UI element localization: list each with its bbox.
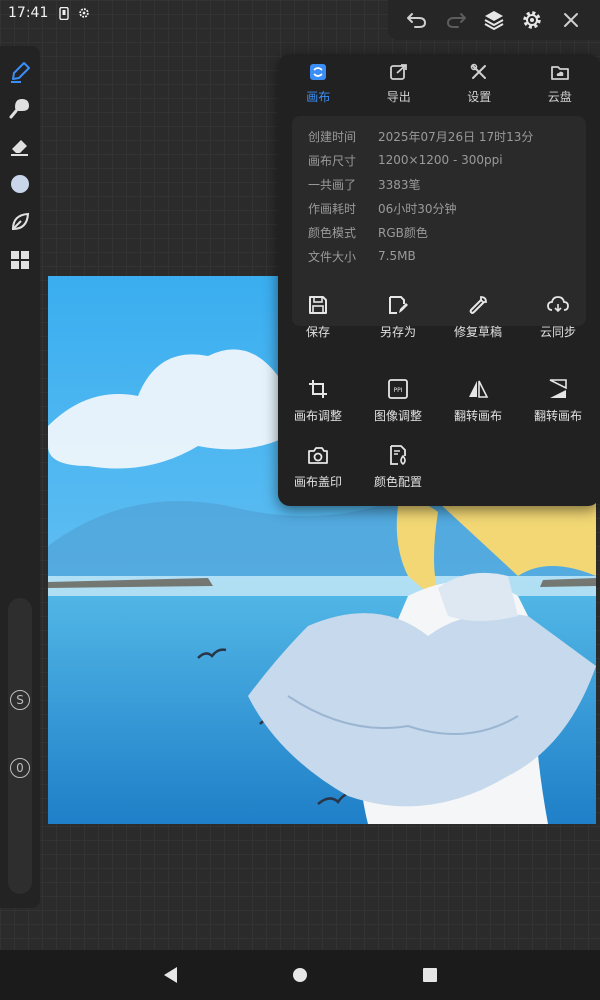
flip-vertical-icon: [546, 377, 570, 401]
top-toolbar: [388, 0, 600, 40]
undo-icon[interactable]: [403, 6, 431, 34]
redo-icon[interactable]: [442, 6, 470, 34]
repair-draft-button[interactable]: 修复草稿: [438, 286, 518, 346]
export-icon: [389, 63, 408, 84]
layers-icon[interactable]: [480, 6, 508, 34]
tab-cloud-label: 云盘: [547, 90, 572, 104]
info-row: 一共画了 3383笔: [308, 172, 570, 196]
info-label: 一共画了: [308, 177, 357, 192]
tab-canvas-label: 画布: [306, 90, 331, 104]
save-button[interactable]: 保存: [278, 286, 358, 346]
info-row: 创建时间 2025年07月26日 17时13分: [308, 124, 570, 148]
repair-draft-label: 修复草稿: [453, 324, 502, 339]
canvas-adjust-label: 画布调整: [293, 408, 342, 423]
crop-icon: [306, 377, 330, 401]
info-row: 文件大小 7.5MB: [308, 244, 570, 268]
canvas-stamp-button[interactable]: 画布盖印: [278, 436, 358, 496]
leaf-icon[interactable]: [6, 208, 34, 236]
system-nav-bar: [0, 950, 600, 1000]
svg-text:PPI: PPI: [393, 387, 402, 394]
status-time: 17:41: [8, 5, 49, 21]
image-adjust-label: 图像调整: [373, 408, 422, 423]
canvas-stamp-label: 画布盖印: [293, 474, 342, 489]
tab-settings-label: 设置: [467, 90, 492, 104]
info-label: 画布尺寸: [308, 153, 357, 168]
info-value: 1200×1200 - 300ppi: [378, 153, 503, 167]
flip-canvas-horizontal-label: 翻转画布: [453, 408, 502, 423]
info-label: 创建时间: [308, 129, 357, 144]
canvas-menu-panel: 画布 导出 设置 云盘 创建时间 2025年07月26日 17时13分 画布尺寸…: [278, 54, 600, 506]
cloud-sync-icon: [546, 293, 570, 317]
color-profile-label: 颜色配置: [373, 474, 422, 489]
cloud-folder-icon: [550, 63, 569, 84]
flip-canvas-vertical-label: 翻转画布: [533, 408, 582, 423]
opacity-label: 0: [16, 761, 24, 775]
pen-brush-icon[interactable]: [6, 58, 34, 86]
panel-tabs: 画布 导出 设置 云盘: [278, 60, 600, 108]
save-as-button[interactable]: 另存为: [358, 286, 438, 346]
info-label: 颜色模式: [308, 225, 357, 240]
ppi-icon: PPI: [386, 377, 410, 401]
flip-horizontal-icon: [466, 377, 490, 401]
size-slider-knob[interactable]: S: [10, 690, 30, 710]
grid-icon[interactable]: [6, 246, 34, 274]
phone-icon: [58, 6, 70, 20]
gear-status-icon: [78, 6, 90, 20]
save-icon: [306, 293, 330, 317]
camera-stamp-icon: [306, 443, 330, 467]
info-value: 2025年07月26日 17时13分: [378, 129, 534, 144]
info-value: 06小时30分钟: [378, 201, 457, 216]
opacity-slider-knob[interactable]: 0: [10, 758, 30, 778]
info-row: 颜色模式 RGB颜色: [308, 220, 570, 244]
info-row: 画布尺寸 1200×1200 - 300ppi: [308, 148, 570, 172]
tab-cloud[interactable]: 云盘: [525, 60, 595, 108]
info-label: 文件大小: [308, 249, 357, 264]
info-value: 7.5MB: [378, 249, 416, 263]
back-icon[interactable]: [160, 965, 180, 985]
flip-canvas-horizontal-button[interactable]: 翻转画布: [438, 370, 518, 430]
color-circle-icon[interactable]: [6, 170, 34, 198]
color-profile-icon: [386, 443, 410, 467]
cloud-sync-button[interactable]: 云同步: [518, 286, 598, 346]
size-label: S: [16, 693, 24, 707]
tools-icon: [470, 63, 488, 84]
flip-canvas-vertical-button[interactable]: 翻转画布: [518, 370, 598, 430]
eraser-icon[interactable]: [6, 132, 34, 160]
canvas-icon: [309, 63, 327, 84]
home-icon[interactable]: [290, 965, 310, 985]
info-label: 作画耗时: [308, 201, 357, 216]
tab-canvas[interactable]: 画布: [283, 60, 353, 108]
recents-icon[interactable]: [420, 965, 440, 985]
brush-slider-track[interactable]: [8, 598, 32, 894]
settings-icon[interactable]: [518, 6, 546, 34]
save-label: 保存: [305, 324, 330, 339]
close-icon[interactable]: [557, 6, 585, 34]
color-profile-button[interactable]: 颜色配置: [358, 436, 438, 496]
info-value: 3383笔: [378, 177, 421, 192]
canvas-adjust-button[interactable]: 画布调整: [278, 370, 358, 430]
cloud-sync-label: 云同步: [539, 324, 576, 339]
tab-export-label: 导出: [386, 90, 411, 104]
wrench-icon: [466, 293, 490, 317]
info-value: RGB颜色: [378, 225, 428, 240]
save-as-label: 另存为: [379, 324, 416, 339]
tab-export[interactable]: 导出: [364, 60, 434, 108]
smudge-icon[interactable]: [6, 94, 34, 122]
save-as-icon: [386, 293, 410, 317]
image-adjust-button[interactable]: PPI 图像调整: [358, 370, 438, 430]
info-row: 作画耗时 06小时30分钟: [308, 196, 570, 220]
left-toolbar: S 0: [0, 46, 40, 908]
tab-settings[interactable]: 设置: [444, 60, 514, 108]
